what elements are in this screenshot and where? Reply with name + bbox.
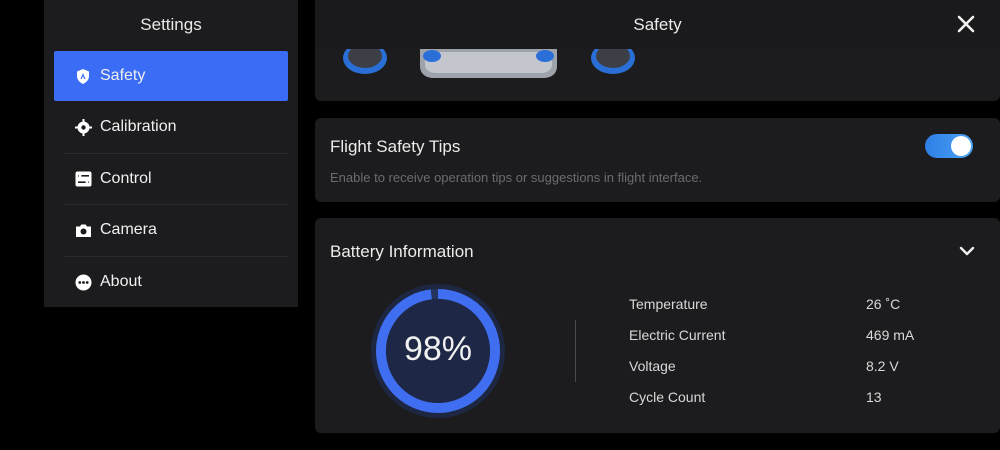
stat-value-electric-current: 469 mA: [866, 327, 915, 343]
camera-icon: [74, 221, 92, 239]
stat-label-cycle-count: Cycle Count: [629, 389, 706, 405]
sidebar-item-label: About: [100, 273, 142, 290]
chevron-down-icon: [959, 246, 975, 256]
sidebar-item-label: Safety: [100, 67, 146, 84]
battery-information-card: Battery Information 98% Temperature 26 ˚…: [315, 218, 1000, 433]
about-icon: [74, 273, 92, 291]
settings-screen: Settings Safety Calibration Control Came…: [0, 0, 1000, 450]
control-icon: [74, 170, 92, 188]
stat-value-cycle-count: 13: [866, 389, 882, 405]
sidebar-item-safety[interactable]: Safety: [54, 51, 288, 101]
sidebar-item-calibration[interactable]: Calibration: [54, 102, 288, 152]
sidebar-item-label: Camera: [100, 221, 157, 238]
calibration-icon: [74, 118, 92, 136]
stat-label-temperature: Temperature: [629, 296, 708, 312]
shield-icon: [74, 67, 92, 85]
flight-safety-tips-toggle[interactable]: [925, 134, 973, 158]
sidebar-title: Settings: [140, 15, 202, 34]
sidebar-item-control[interactable]: Control: [54, 154, 288, 204]
sidebar-item-about[interactable]: About: [54, 257, 288, 307]
collapse-button[interactable]: [958, 242, 976, 260]
stat-label-voltage: Voltage: [629, 358, 676, 374]
close-icon: [957, 15, 975, 33]
toggle-knob: [951, 136, 971, 156]
sidebar-item-label: Calibration: [100, 118, 177, 135]
stat-value-temperature: 26 ˚C: [866, 296, 901, 312]
battery-percentage: 98%: [403, 330, 473, 368]
flight-safety-tips-title: Flight Safety Tips: [330, 137, 461, 156]
sidebar-item-camera[interactable]: Camera: [54, 205, 288, 255]
close-button[interactable]: [956, 14, 976, 34]
stat-label-electric-current: Electric Current: [629, 327, 726, 343]
battery-divider: [575, 320, 576, 382]
settings-sidebar: Settings Safety Calibration Control Came…: [44, 0, 298, 307]
battery-information-title: Battery Information: [330, 242, 474, 261]
sidebar-item-label: Control: [100, 170, 152, 187]
panel-header: Safety: [315, 0, 1000, 49]
battery-gauge: 98%: [370, 283, 506, 419]
page-title: Safety: [633, 15, 682, 34]
stat-value-voltage: 8.2 V: [866, 358, 899, 374]
flight-safety-tips-description: Enable to receive operation tips or sugg…: [330, 170, 703, 185]
flight-safety-tips-card: Flight Safety Tips Enable to receive ope…: [315, 118, 1000, 202]
